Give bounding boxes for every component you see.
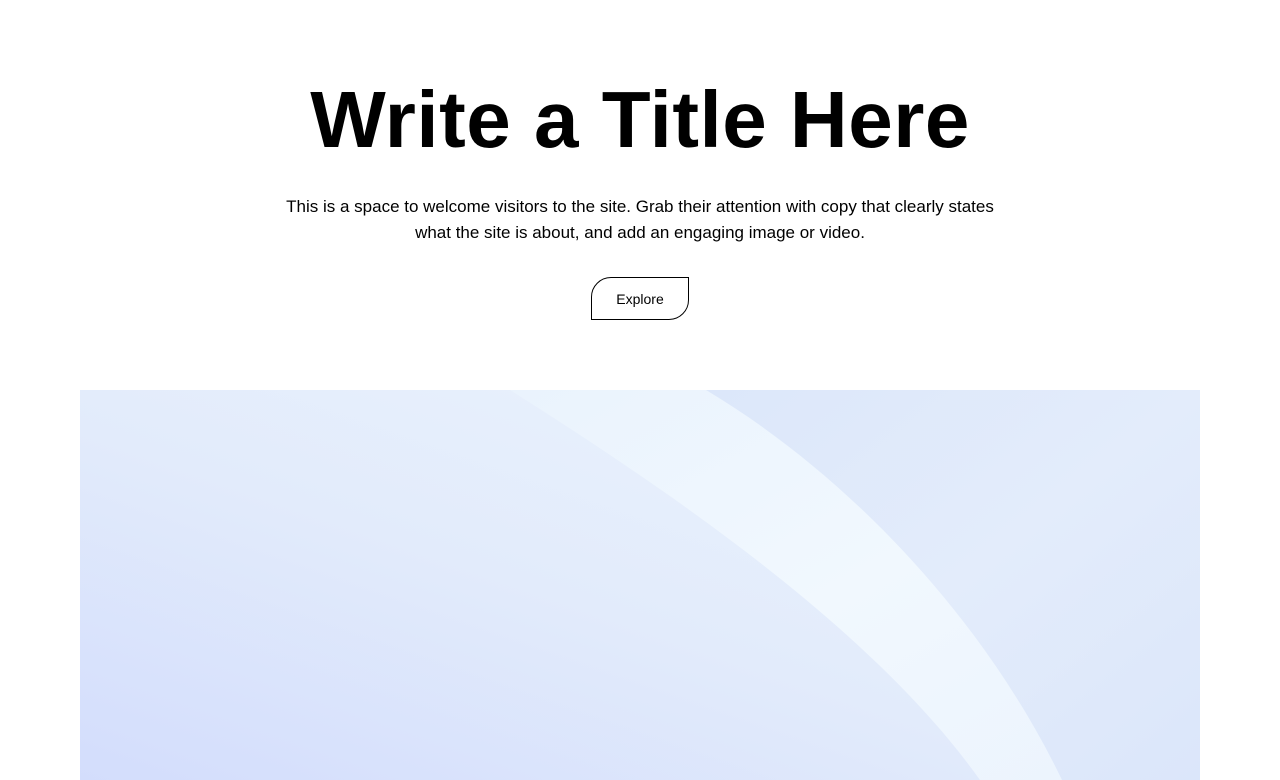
hero-subtitle: This is a space to welcome visitors to t… [286, 197, 994, 242]
hero-section: Write a Title Here This is a space to we… [0, 0, 1280, 390]
hero-image [80, 390, 1200, 780]
hero-image-graphic [80, 390, 1200, 780]
page-title: Write a Title Here [310, 75, 970, 164]
explore-button[interactable]: Explore [591, 277, 689, 320]
